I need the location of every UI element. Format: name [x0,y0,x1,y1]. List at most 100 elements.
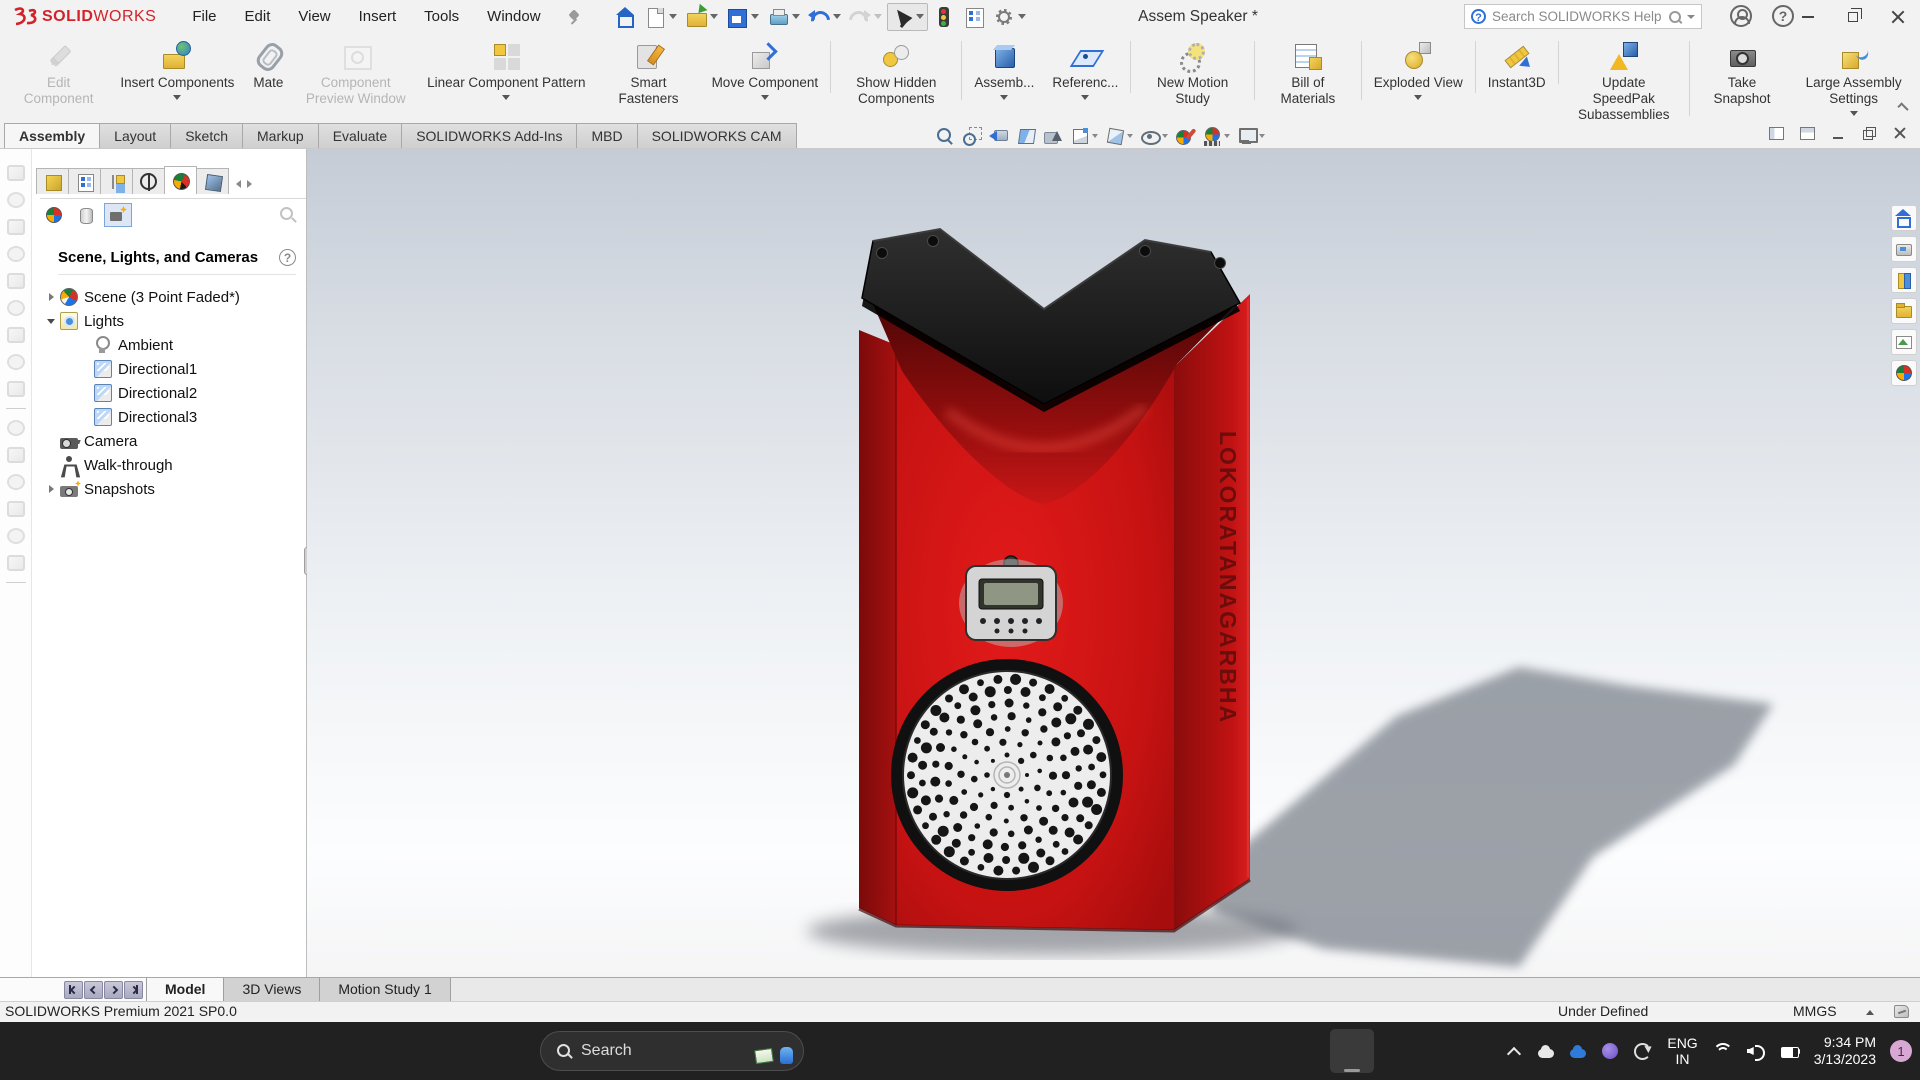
pin-menu-icon[interactable] [567,10,581,24]
ribbon-button-exploded-view[interactable]: Exploded View [1365,39,1472,101]
docked-toolbar-icon[interactable] [7,273,25,289]
app-disc-icon[interactable] [1599,1040,1621,1062]
panel-help-icon[interactable] [279,249,296,266]
docked-toolbar-icon[interactable] [7,354,25,370]
view-appearances-subtab[interactable] [40,203,68,227]
undo-icon[interactable] [805,4,844,30]
document-restore-icon[interactable] [1862,127,1877,140]
task-view-icon[interactable] [817,1029,861,1073]
graphics-viewport[interactable]: LOKORATANAGARBHA [307,149,1920,977]
ribbon-button-component-preview-window[interactable]: Component Preview Window [293,39,418,108]
taskbar-search-box[interactable]: Search [540,1031,804,1071]
select-cursor-icon[interactable] [887,3,928,31]
ribbon-button-insert-components[interactable]: Insert Components [111,39,243,101]
brave-icon[interactable] [1102,1029,1146,1073]
menu-window[interactable]: Window [475,3,552,30]
search-icon[interactable] [1669,11,1681,23]
settings-gear-icon[interactable] [990,4,1029,30]
docked-toolbar-icon[interactable] [7,474,25,490]
redo-icon[interactable] [846,4,885,30]
previous-tab-button[interactable] [84,981,103,999]
onedrive-personal-icon[interactable] [1567,1040,1589,1062]
close-button[interactable] [1875,0,1920,33]
last-tab-button[interactable] [124,981,143,999]
docked-toolbar-icon[interactable] [7,528,25,544]
tree-item-snapshots[interactable]: Snapshots [32,477,306,501]
tree-item-lights[interactable]: Lights [32,309,306,333]
solidworks-resources-icon[interactable] [1891,236,1917,262]
wifi-icon[interactable] [1712,1041,1732,1061]
view-palette-icon[interactable] [1891,329,1917,355]
tray-expand-icon[interactable] [1503,1040,1525,1062]
document-close-icon[interactable] [1893,127,1908,140]
displaymanager-tab[interactable] [164,166,197,194]
tab-solidworks-addins[interactable]: SOLIDWORKS Add-Ins [401,123,577,148]
units-caret-icon[interactable] [1866,1010,1874,1015]
first-tab-button[interactable] [64,981,83,999]
edge-icon[interactable] [874,1029,918,1073]
docked-toolbar-icon[interactable] [7,327,25,343]
open-icon[interactable] [682,4,721,30]
tab-layout[interactable]: Layout [99,123,171,148]
scroll-left-icon[interactable] [236,180,241,188]
speaker-3d-model[interactable]: LOKORATANAGARBHA [307,149,1920,977]
docked-toolbar-icon[interactable] [7,219,25,235]
home-tab-icon[interactable] [1891,205,1917,231]
propertymanager-tab[interactable] [68,168,101,194]
docked-toolbar-icon[interactable] [7,381,25,397]
ribbon-button-reference-geometry[interactable]: Referenc... [1043,39,1127,101]
docked-toolbar-icon[interactable] [7,447,25,463]
onedrive-icon[interactable] [1535,1040,1557,1062]
tab-markup[interactable]: Markup [242,123,319,148]
battery-icon[interactable] [1780,1041,1800,1061]
help-search-box[interactable]: Search SOLIDWORKS Help [1464,4,1702,29]
dropdown-caret-icon[interactable] [1000,95,1008,100]
docked-toolbar-icon[interactable] [7,420,25,436]
clock[interactable]: 9:34 PM 3/13/2023 [1814,1034,1876,1068]
docked-toolbar-icon[interactable] [7,246,25,262]
tab-solidworks-cam[interactable]: SOLIDWORKS CAM [637,123,797,148]
photos-app-icon[interactable] [1387,1029,1431,1073]
docked-toolbar-icon[interactable] [7,165,25,181]
ribbon-button-bill-of-materials[interactable]: Bill of Materials [1258,39,1358,108]
speaker-grille[interactable] [891,659,1123,891]
ribbon-button-edit-component[interactable]: Edit Component [6,39,111,108]
print-icon[interactable] [764,4,803,30]
view-settings-icon[interactable] [1237,126,1265,146]
ribbon-button-show-hidden-components[interactable]: Show Hidden Components [834,39,958,108]
dropdown-caret-icon[interactable] [1850,111,1858,116]
tree-item-walkthrough[interactable]: Walk-through [32,453,306,477]
section-view-icon[interactable] [1016,126,1036,146]
start-button[interactable] [483,1029,527,1073]
view-scene-lights-cameras-subtab[interactable] [104,203,132,227]
tree-item-directional3[interactable]: Directional3 [32,405,306,429]
restore-button[interactable] [1830,0,1875,33]
sync-icon[interactable] [1631,1040,1653,1062]
toolbar-separator[interactable] [6,408,26,409]
tab-assembly[interactable]: Assembly [4,123,100,148]
3d-views-tab[interactable]: 3D Views [223,978,320,1001]
dropdown-caret-icon[interactable] [761,95,769,100]
menu-edit[interactable]: Edit [233,3,283,30]
volume-icon[interactable] [1746,1041,1766,1061]
view-orientation-icon[interactable] [1070,126,1098,146]
view-decals-subtab[interactable] [72,203,100,227]
model-tab[interactable]: Model [146,978,224,1001]
tree-item-scene[interactable]: Scene (3 Point Faded*) [32,285,306,309]
search-options-caret-icon[interactable] [1687,15,1695,19]
docked-toolbar-icon[interactable] [7,555,25,571]
featuremanager-tab[interactable] [36,168,69,194]
tree-item-directional1[interactable]: Directional1 [32,357,306,381]
media-app-icon[interactable] [1159,1029,1203,1073]
zoom-fit-icon[interactable] [935,126,955,146]
zoom-to-area-icon[interactable] [962,126,982,146]
dropdown-caret-icon[interactable] [173,95,181,100]
ribbon-button-smart-fasteners[interactable]: Smart Fasteners [595,39,703,108]
docked-toolbar-icon[interactable] [7,192,25,208]
docked-toolbar-icon[interactable] [7,501,25,517]
ribbon-button-new-motion-study[interactable]: New Motion Study [1134,39,1251,108]
motion-study-tab[interactable]: Motion Study 1 [319,978,450,1001]
tag-icon[interactable] [1894,1005,1909,1018]
split-pane-vertical-icon[interactable] [1769,127,1784,140]
account-icon[interactable] [1730,5,1752,27]
